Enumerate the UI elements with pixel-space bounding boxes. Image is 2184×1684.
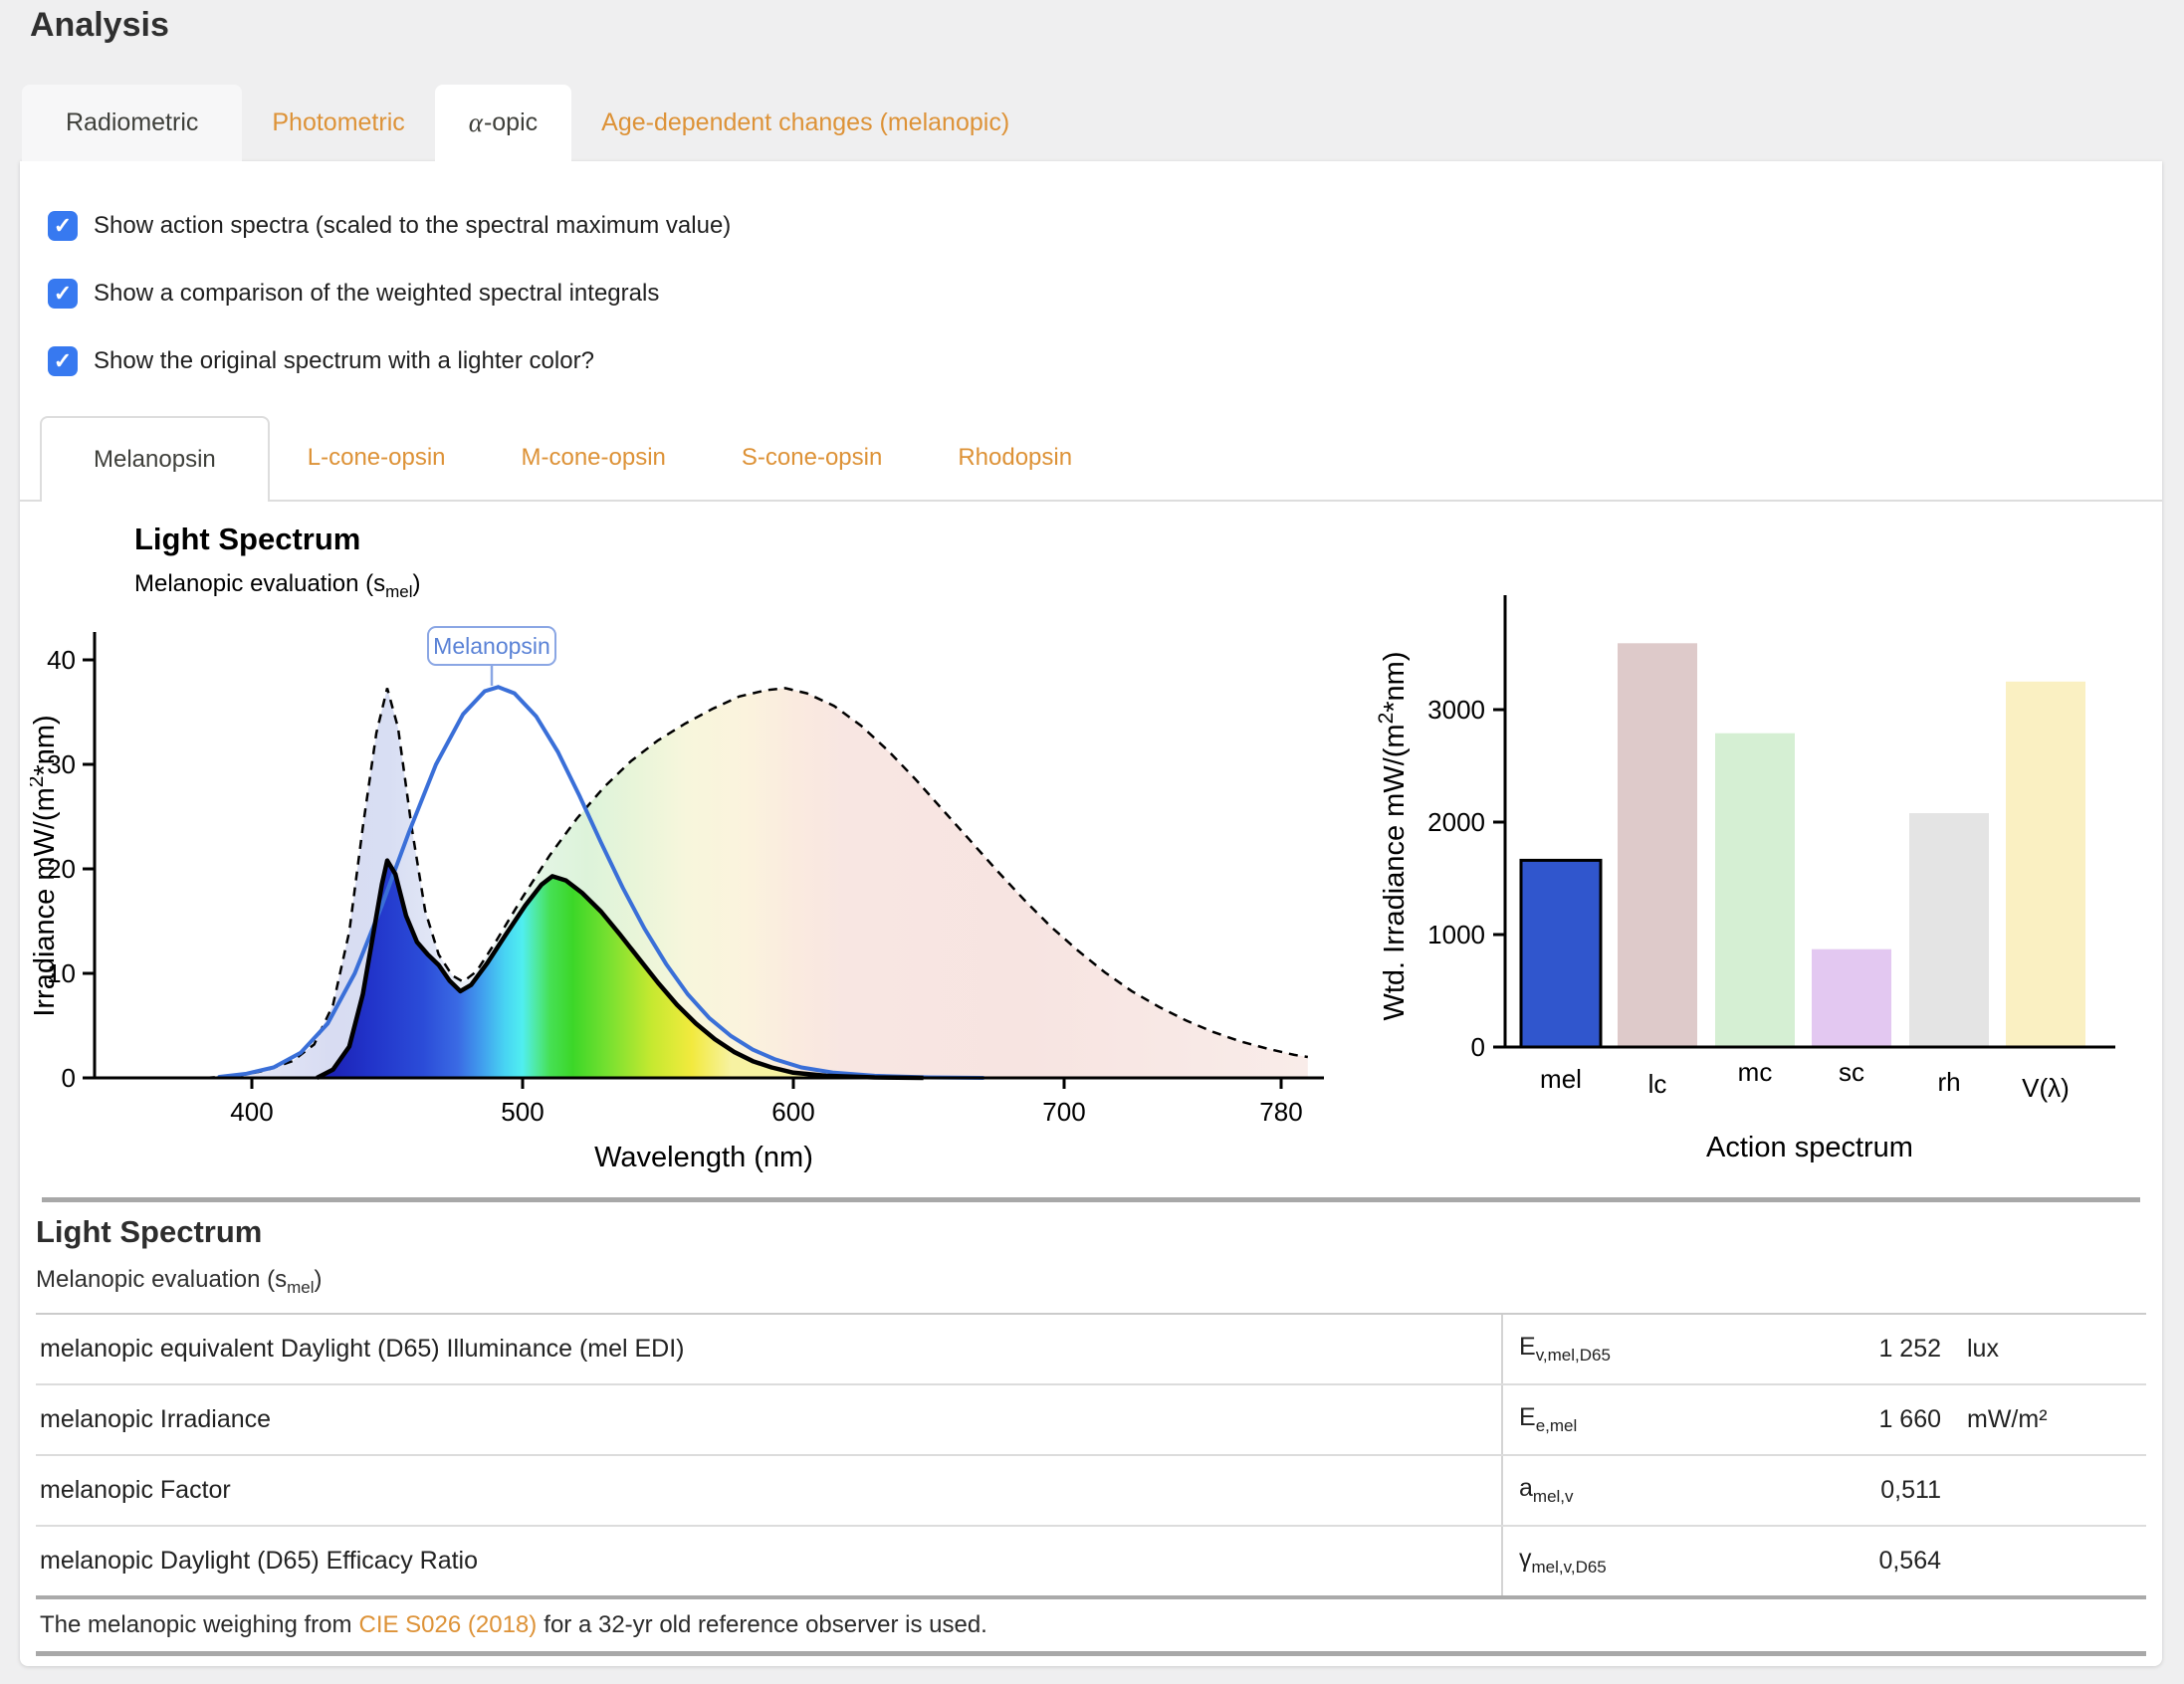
- row-symbol: Ev,mel,D65: [1503, 1333, 1802, 1366]
- tab-photometric[interactable]: Photometric: [242, 85, 434, 161]
- checkbox-action-spectra[interactable]: ✓: [48, 211, 78, 241]
- bar-mel: [1521, 860, 1601, 1047]
- y-tick-label: 2000: [1427, 807, 1485, 837]
- spectrum-chart: Light Spectrum Melanopic evaluation (sme…: [30, 508, 1354, 1186]
- bars: [1521, 643, 2085, 1047]
- tab-l-cone-opsin[interactable]: L-cone-opsin: [270, 416, 484, 500]
- x-tick-label: 700: [1042, 1097, 1085, 1127]
- row-unit: lux: [1941, 1335, 1999, 1364]
- row-label: melanopic Daylight (D65) Efficacy Ratio: [36, 1527, 1503, 1595]
- x-axis-label: Wavelength (nm): [594, 1142, 813, 1173]
- tab-alpha-opic-label: -opic: [484, 108, 538, 137]
- checkbox-label[interactable]: Show a comparison of the weighted spectr…: [94, 280, 659, 308]
- tab-photometric-label: Photometric: [272, 108, 404, 137]
- bar-label-mel: mel: [1540, 1064, 1582, 1094]
- footnote-text: for a 32-yr old reference observer is us…: [544, 1611, 987, 1639]
- melanopsin-annotation: Melanopsin: [428, 627, 555, 686]
- checkbox-original-spectrum[interactable]: ✓: [48, 346, 78, 376]
- bar-V(λ): [2006, 682, 2085, 1047]
- bar-label-vlambda: V(λ): [2022, 1073, 2070, 1103]
- tab-rhodopsin[interactable]: Rhodopsin: [920, 416, 1110, 500]
- cie-s026-link[interactable]: CIE S026 (2018): [359, 1611, 538, 1639]
- page-title: Analysis: [30, 6, 169, 45]
- y-tick-label: 0: [1471, 1032, 1485, 1062]
- table-footnote: The melanopic weighing from CIE S026 (20…: [36, 1599, 2146, 1656]
- checkbox-row-comparison: ✓ Show a comparison of the weighted spec…: [48, 279, 659, 309]
- tab-melanopsin[interactable]: Melanopsin: [40, 416, 270, 502]
- checkmark-icon: ✓: [54, 281, 72, 307]
- chart-subtitle: Melanopic evaluation (smel): [134, 570, 421, 601]
- tab-age-dependent-label: Age-dependent changes (melanopic): [601, 108, 1009, 137]
- tab-alpha-opic-alpha: α: [469, 107, 483, 138]
- bar-label-lc: lc: [1648, 1069, 1667, 1099]
- annotation-label: Melanopsin: [433, 633, 550, 659]
- row-value: 1 660: [1802, 1405, 1941, 1434]
- x-tick-label: 400: [230, 1097, 273, 1127]
- bar-label-vlambda: rh: [1937, 1067, 1960, 1097]
- table-row: melanopic Factor amel,v 0,511: [36, 1456, 2146, 1527]
- row-value: 1 252: [1802, 1335, 1941, 1364]
- row-label: melanopic equivalent Daylight (D65) Illu…: [36, 1315, 1503, 1383]
- footnote-text: The melanopic weighing from: [40, 1611, 352, 1639]
- table-row: melanopic Daylight (D65) Efficacy Ratio …: [36, 1527, 2146, 1599]
- bar-label-mc: mc: [1738, 1057, 1773, 1087]
- y-tick-label: 1000: [1427, 920, 1485, 949]
- bar-lc: [1618, 643, 1697, 1047]
- row-symbol: amel,v: [1503, 1474, 1802, 1507]
- tab-radiometric[interactable]: Radiometric: [22, 85, 242, 161]
- checkmark-icon: ✓: [54, 213, 72, 239]
- tab-radiometric-label: Radiometric: [66, 108, 198, 137]
- x-ticks: [252, 1078, 1281, 1089]
- results-table: melanopic equivalent Daylight (D65) Illu…: [36, 1313, 2146, 1656]
- y-axis-label: Wtd. Irradiance mW/(m2*nm): [1375, 651, 1411, 1020]
- y-ticks: [83, 660, 95, 1078]
- checkbox-row-original-spectrum: ✓ Show the original spectrum with a ligh…: [48, 346, 594, 376]
- tab-m-cone-opsin-label: M-cone-opsin: [522, 444, 666, 472]
- section-divider: [42, 1197, 2140, 1202]
- y-ticks: [1493, 710, 1505, 1047]
- y-tick-label: 40: [47, 645, 76, 675]
- tab-s-cone-opsin-label: S-cone-opsin: [742, 444, 882, 472]
- weighted-integrals-chart: 0 1000 2000 3000 mel lc mc sc rh V(λ) Ac…: [1374, 508, 2160, 1186]
- main-tab-bar: Radiometric Photometric α-opic Age-depen…: [22, 85, 1039, 161]
- tab-s-cone-opsin[interactable]: S-cone-opsin: [704, 416, 920, 500]
- x-axis-label: Action spectrum: [1706, 1132, 1913, 1163]
- opsin-tab-bar: Melanopsin L-cone-opsin M-cone-opsin S-c…: [20, 416, 2162, 502]
- tab-rhodopsin-label: Rhodopsin: [958, 444, 1072, 472]
- tab-alpha-opic[interactable]: α-opic: [435, 85, 571, 161]
- tab-age-dependent[interactable]: Age-dependent changes (melanopic): [571, 85, 1039, 161]
- tab-melanopsin-label: Melanopsin: [94, 446, 216, 474]
- row-label: melanopic Factor: [36, 1456, 1503, 1525]
- row-label: melanopic Irradiance: [36, 1385, 1503, 1454]
- row-symbol: Ee,mel: [1503, 1403, 1802, 1436]
- results-heading: Light Spectrum: [36, 1214, 262, 1250]
- checkbox-label[interactable]: Show action spectra (scaled to the spect…: [94, 212, 731, 240]
- y-tick-label: 0: [62, 1063, 76, 1093]
- x-tick-label: 600: [771, 1097, 814, 1127]
- content-panel: ✓ Show action spectra (scaled to the spe…: [20, 161, 2162, 1666]
- x-tick-label: 780: [1259, 1097, 1302, 1127]
- checkbox-row-action-spectra: ✓ Show action spectra (scaled to the spe…: [48, 211, 731, 241]
- tab-m-cone-opsin[interactable]: M-cone-opsin: [484, 416, 704, 500]
- y-tick-label: 3000: [1427, 695, 1485, 725]
- results-subtitle: Melanopic evaluation (smel): [36, 1266, 323, 1298]
- bar-rh: [1909, 813, 1989, 1047]
- table-row: melanopic equivalent Daylight (D65) Illu…: [36, 1315, 2146, 1385]
- checkbox-comparison[interactable]: ✓: [48, 279, 78, 309]
- bar-mc: [1715, 734, 1795, 1047]
- row-unit: mW/m²: [1941, 1405, 2048, 1434]
- chart-title: Light Spectrum: [134, 522, 360, 556]
- charts-area: Light Spectrum Melanopic evaluation (sme…: [20, 508, 2162, 1186]
- tab-l-cone-opsin-label: L-cone-opsin: [308, 444, 446, 472]
- row-value: 0,511: [1802, 1476, 1941, 1505]
- bar-sc: [1812, 949, 1891, 1047]
- checkbox-label[interactable]: Show the original spectrum with a lighte…: [94, 347, 594, 375]
- y-axis-label: Irradiance mW/(m2*nm): [30, 715, 61, 1016]
- bar-label-sc: sc: [1839, 1057, 1864, 1087]
- table-row: melanopic Irradiance Ee,mel 1 660 mW/m²: [36, 1385, 2146, 1456]
- checkmark-icon: ✓: [54, 348, 72, 374]
- row-value: 0,564: [1802, 1547, 1941, 1576]
- x-tick-label: 500: [501, 1097, 544, 1127]
- row-symbol: γmel,v,D65: [1503, 1545, 1802, 1578]
